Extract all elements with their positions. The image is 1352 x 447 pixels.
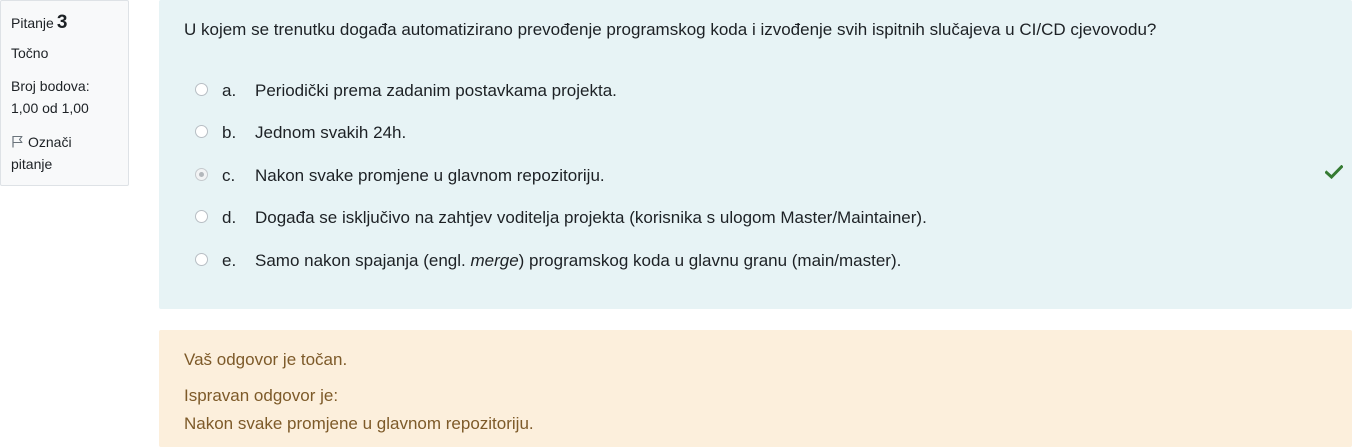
right-answer-text: Nakon svake promjene u glavnom repozitor… — [184, 414, 534, 433]
answer-text: Samo nakon spajanja (engl. merge) progra… — [255, 248, 901, 274]
answer-text-part: ) programskog koda u glavnu granu (main/… — [518, 251, 902, 270]
answer-letter: e. — [222, 251, 237, 270]
grade-label: Broj bodova: — [11, 78, 90, 94]
feedback-panel: Vaš odgovor je točan. Ispravan odgovor j… — [159, 330, 1352, 447]
question-text: U kojem se trenutku događa automatiziran… — [184, 20, 1157, 39]
radio-e[interactable] — [195, 253, 208, 266]
answer-letter: a. — [222, 81, 237, 100]
feedback-result: Vaš odgovor je točan. — [184, 350, 348, 369]
question-state: Točno — [11, 45, 49, 61]
question-number: Pitanje 3 — [11, 11, 128, 35]
answer-letter: c. — [222, 166, 236, 185]
flag-icon — [11, 132, 24, 148]
answer-text: Periodički prema zadanim postavkama proj… — [255, 81, 617, 100]
question-info-panel: Pitanje 3 Točno Broj bodova: 1,00 od 1,00… — [0, 0, 129, 186]
radio-d[interactable] — [195, 210, 208, 223]
radio-c-selected[interactable] — [195, 168, 208, 181]
answer-letter: b. — [222, 123, 237, 142]
answer-text: Jednom svakih 24h. — [255, 123, 407, 142]
question-grade: Broj bodova: 1,00 od 1,00 — [11, 75, 128, 119]
question-formulation: U kojem se trenutku događa automatiziran… — [159, 0, 1352, 309]
question-number-value: 3 — [56, 12, 68, 33]
flag-question-link[interactable]: Označi pitanje — [11, 131, 128, 175]
correct-check-icon — [1324, 164, 1344, 180]
answer-text-part: Samo nakon spajanja (engl. — [255, 251, 471, 270]
answer-text: Nakon svake promjene u glavnom repozitor… — [255, 166, 605, 185]
flag-label-line1[interactable]: Označi — [28, 134, 72, 150]
grade-value: 1,00 od 1,00 — [11, 100, 89, 116]
question-number-label: Pitanje — [11, 15, 54, 31]
radio-a[interactable] — [195, 83, 208, 96]
answer-text-italic: merge — [470, 251, 519, 270]
right-answer-label: Ispravan odgovor je: — [184, 386, 339, 405]
radio-b[interactable] — [195, 125, 208, 138]
answer-text: Događa se isključivo na zahtjev voditelj… — [255, 208, 927, 227]
answer-letter: d. — [222, 208, 237, 227]
flag-label-line2[interactable]: pitanje — [11, 156, 52, 172]
